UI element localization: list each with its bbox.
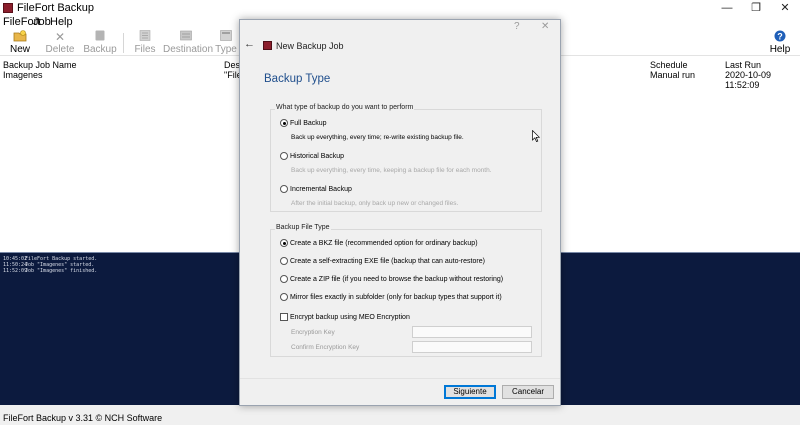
status-text: FileFort Backup v 3.31 © NCH Software: [3, 413, 163, 423]
dialog-close-button[interactable]: ✕: [541, 21, 549, 32]
help-button[interactable]: ? Help: [760, 30, 800, 56]
log-line: 11:52:09Job "Imagenes" finished.: [3, 268, 98, 274]
dialog-header: ← New Backup Job: [240, 34, 560, 54]
mouse-cursor-icon: [532, 130, 540, 142]
delete-icon: ✕: [54, 30, 66, 44]
radio-mirror-files[interactable]: Mirror files exactly in subfolder (only …: [280, 292, 502, 302]
job-row-name[interactable]: Imagenes: [3, 70, 43, 80]
radio-bkz-file[interactable]: Create a BKZ file (recommended option fo…: [280, 238, 478, 248]
radio-button-checked[interactable]: [280, 239, 288, 247]
encryption-key-input[interactable]: [412, 326, 532, 338]
radio-button[interactable]: [280, 185, 288, 193]
dialog-help-button[interactable]: ?: [514, 21, 520, 32]
radio-label[interactable]: Full Backup: [290, 120, 327, 127]
radio-button[interactable]: [280, 152, 288, 160]
radio-button[interactable]: [280, 257, 288, 265]
radio-label[interactable]: Historical Backup: [290, 153, 344, 160]
section-title: Backup Type: [264, 73, 331, 85]
backup-file-type-group: Backup File Type Create a BKZ file (reco…: [270, 224, 542, 357]
backup-label: Backup: [83, 44, 117, 55]
radio-button-checked[interactable]: [280, 119, 288, 127]
encrypt-checkbox[interactable]: [280, 313, 288, 321]
radio-button[interactable]: [280, 293, 288, 301]
title-bar: FileFort Backup — ❐ ✕: [0, 0, 800, 16]
radio-historical-backup[interactable]: Historical Backup: [280, 151, 344, 161]
menu-job[interactable]: Job: [33, 16, 51, 28]
window-title: FileFort Backup: [17, 2, 95, 14]
delete-button[interactable]: ✕ Delete: [40, 30, 80, 56]
new-job-icon: [0, 30, 40, 44]
radio-incremental-backup[interactable]: Incremental Backup: [280, 184, 352, 194]
close-button[interactable]: ✕: [770, 0, 800, 16]
confirm-key-input[interactable]: [412, 341, 532, 353]
confirm-key-label: Confirm Encryption Key: [291, 344, 360, 351]
job-row-schedule[interactable]: Manual run: [650, 70, 695, 80]
radio-full-backup[interactable]: Full Backup: [280, 118, 327, 128]
destination-button[interactable]: Destination: [163, 30, 214, 56]
destination-label: Destination: [163, 44, 214, 55]
radio-exe-file[interactable]: Create a self-extracting EXE file (backu…: [280, 256, 485, 266]
encrypt-checkbox-row[interactable]: Encrypt backup using MEO Encryption: [280, 312, 410, 322]
column-header-schedule[interactable]: Schedule: [650, 60, 688, 70]
backup-type-group: What type of backup do you want to perfo…: [270, 104, 542, 212]
new-backup-job-dialog: ? ✕ ← New Backup Job Backup Type What ty…: [239, 19, 561, 406]
destination-icon: [163, 30, 209, 44]
delete-label: Delete: [45, 44, 75, 55]
toolbar-separator: [123, 33, 124, 53]
radio-button[interactable]: [280, 275, 288, 283]
radio-label[interactable]: Mirror files exactly in subfolder (only …: [290, 294, 502, 301]
group-legend: Backup File Type: [275, 224, 331, 231]
column-header-name[interactable]: Backup Job Name: [3, 60, 77, 70]
dialog-title: New Backup Job: [276, 41, 344, 51]
dialog-title-bar: ? ✕: [240, 20, 560, 34]
column-header-last-run[interactable]: Last Run: [725, 60, 761, 70]
menu-help[interactable]: Help: [50, 16, 73, 28]
new-button[interactable]: New: [0, 30, 40, 56]
radio-label[interactable]: Create a BKZ file (recommended option fo…: [290, 240, 478, 247]
option-description: After the initial backup, only back up n…: [291, 200, 459, 207]
option-description: Back up everything, every time; re-write…: [291, 134, 464, 141]
app-logo-icon: [3, 3, 13, 13]
next-button[interactable]: Siguiente: [444, 385, 496, 399]
svg-text:?: ?: [777, 31, 783, 41]
new-label: New: [9, 44, 30, 55]
status-bar: FileFort Backup v 3.31 © NCH Software: [0, 405, 800, 425]
checkbox-label[interactable]: Encrypt backup using MEO Encryption: [290, 314, 410, 321]
files-icon: [125, 30, 165, 44]
back-arrow-icon[interactable]: ←: [244, 38, 255, 50]
cancel-button[interactable]: Cancelar: [502, 385, 554, 399]
job-row-last-run[interactable]: 2020-10-09 11:52:09: [725, 70, 800, 90]
files-label: Files: [134, 44, 156, 55]
help-label: Help: [769, 44, 791, 55]
radio-label[interactable]: Incremental Backup: [290, 186, 352, 193]
group-legend: What type of backup do you want to perfo…: [275, 104, 415, 111]
dialog-footer: Siguiente Cancelar: [240, 378, 560, 405]
radio-label[interactable]: Create a ZIP file (if you need to browse…: [290, 276, 503, 283]
radio-zip-file[interactable]: Create a ZIP file (if you need to browse…: [280, 274, 503, 284]
encryption-key-label: Encryption Key: [291, 329, 335, 336]
files-button[interactable]: Files: [125, 30, 165, 56]
radio-label[interactable]: Create a self-extracting EXE file (backu…: [290, 258, 485, 265]
maximize-button[interactable]: ❐: [741, 0, 771, 16]
backup-button[interactable]: Backup: [80, 30, 120, 56]
option-description: Back up everything, every time, keeping …: [291, 167, 492, 174]
app-logo-icon: [263, 41, 272, 50]
minimize-button[interactable]: —: [712, 0, 742, 16]
backup-icon: [80, 30, 120, 44]
help-icon: ?: [760, 30, 800, 44]
